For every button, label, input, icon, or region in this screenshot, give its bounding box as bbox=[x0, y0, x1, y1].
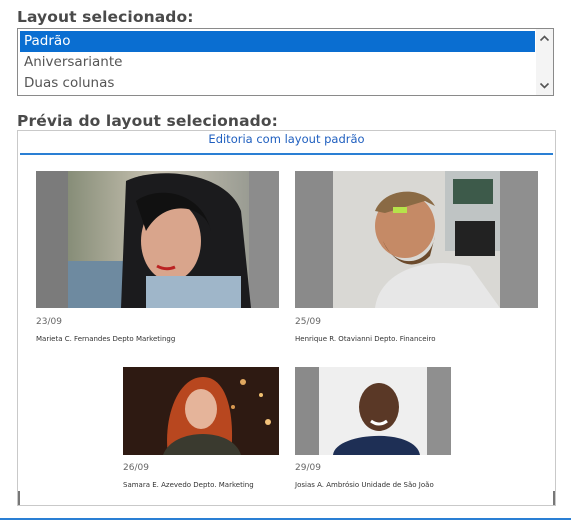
card-caption-1: Marieta C. Fernandes Depto Marketingg bbox=[36, 335, 176, 343]
layout-option-duas-colunas[interactable]: Duas colunas bbox=[20, 73, 535, 94]
listbox-scrollbar[interactable] bbox=[536, 29, 553, 95]
card-photo-2 bbox=[295, 171, 538, 308]
card-photo-4 bbox=[295, 367, 451, 455]
card-date-3: 26/09 bbox=[123, 463, 149, 473]
card-date-1: 23/09 bbox=[36, 317, 62, 327]
bottom-divider bbox=[0, 518, 571, 520]
preview-label: Prévia do layout selecionado: bbox=[17, 112, 278, 130]
card-date-2: 25/09 bbox=[295, 317, 321, 327]
preview-scroll-edge-left bbox=[18, 491, 20, 505]
card-photo-1 bbox=[36, 171, 279, 308]
layout-option-aniversariante[interactable]: Aniversariante bbox=[20, 52, 535, 73]
chevron-up-icon[interactable] bbox=[536, 30, 553, 47]
layout-label: Layout selecionado: bbox=[17, 8, 194, 26]
layout-preview: Editoria com layout padrão 23/09 Marieta… bbox=[17, 130, 556, 506]
layout-option-padrao[interactable]: Padrão bbox=[20, 31, 535, 52]
card-caption-4: Josias A. Ambrósio Unidade de São João bbox=[295, 481, 434, 489]
layout-listbox[interactable]: Padrão Aniversariante Duas colunas bbox=[17, 28, 554, 96]
card-caption-2: Henrique R. Otavianni Depto. Financeiro bbox=[295, 335, 436, 343]
card-date-4: 29/09 bbox=[295, 463, 321, 473]
preview-title: Editoria com layout padrão bbox=[20, 131, 553, 155]
card-caption-3: Samara E. Azevedo Depto. Marketing bbox=[123, 481, 254, 489]
card-photo-3 bbox=[123, 367, 279, 455]
chevron-down-icon[interactable] bbox=[536, 77, 553, 94]
preview-scroll-edge-right bbox=[553, 491, 555, 505]
